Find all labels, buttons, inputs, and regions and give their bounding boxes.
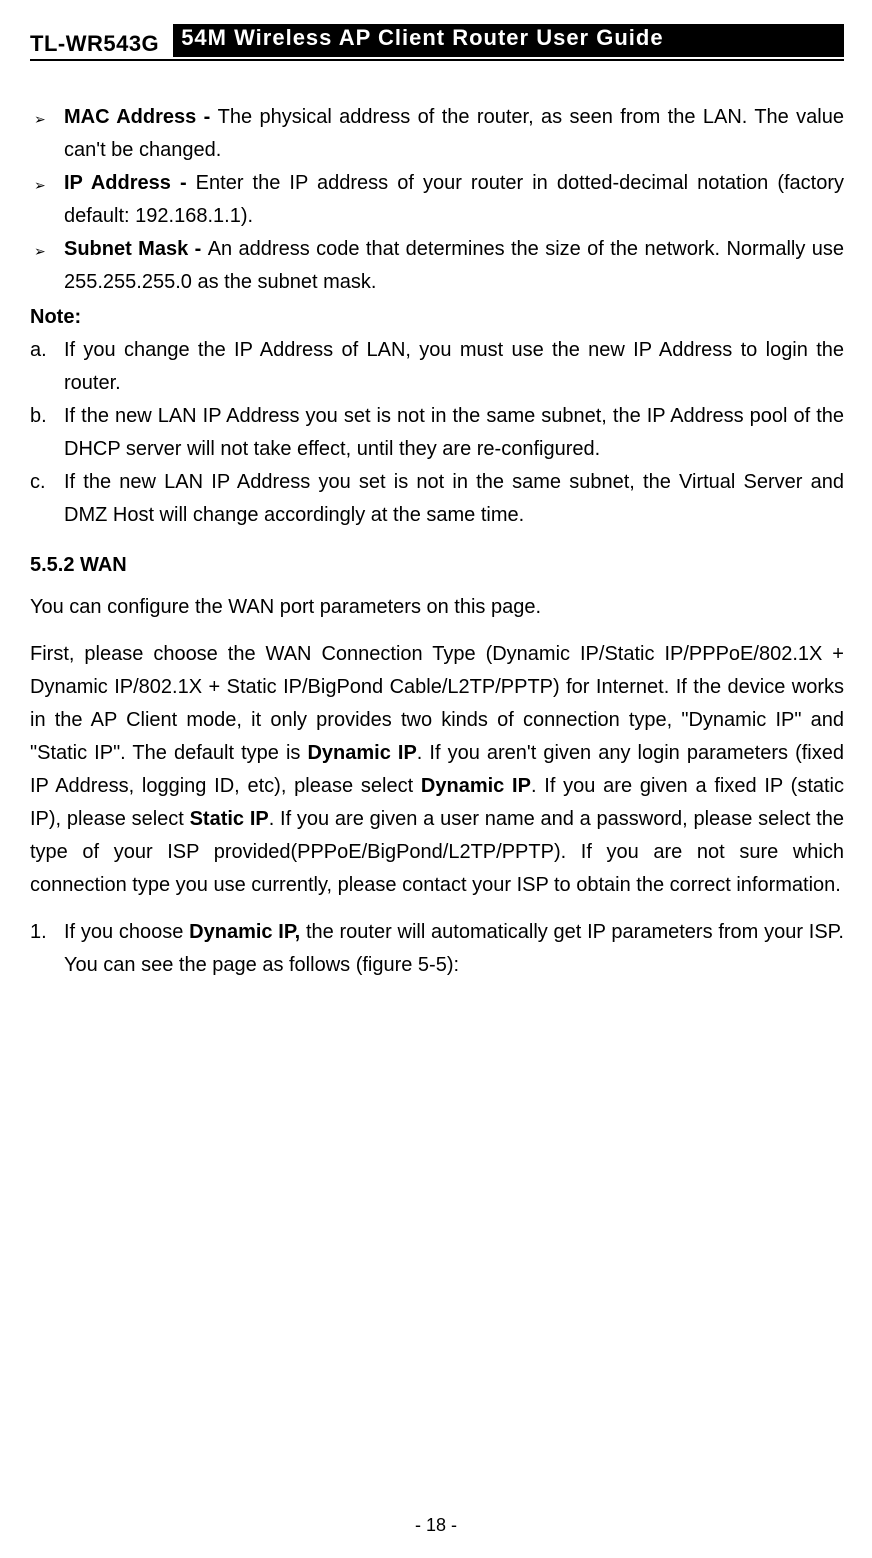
numbered-list: 1. If you choose Dynamic IP, the router … [30, 916, 844, 982]
text-run: If you choose [64, 921, 189, 943]
list-marker: 1. [30, 916, 47, 949]
note-text: If you change the IP Address of LAN, you… [64, 339, 844, 394]
note-heading: Note: [30, 301, 844, 334]
list-item: c. If the new LAN IP Address you set is … [30, 466, 844, 532]
bold-run: Dynamic IP, [189, 921, 300, 943]
list-item: MAC Address - The physical address of th… [30, 101, 844, 167]
page-number: - 18 - [0, 1515, 872, 1536]
list-item: 1. If you choose Dynamic IP, the router … [30, 916, 844, 982]
header-model: TL-WR543G [30, 31, 159, 57]
list-marker: c. [30, 466, 58, 499]
page-header: TL-WR543G 54M Wireless AP Client Router … [30, 24, 844, 61]
term: MAC Address - [64, 106, 218, 128]
note-text: If the new LAN IP Address you set is not… [64, 405, 844, 460]
list-marker: b. [30, 400, 58, 433]
paragraph: First, please choose the WAN Connection … [30, 638, 844, 902]
bold-run: Static IP [190, 808, 269, 830]
term: Subnet Mask - [64, 238, 208, 260]
list-item: b. If the new LAN IP Address you set is … [30, 400, 844, 466]
bold-run: Dynamic IP [307, 742, 416, 764]
note-text: If the new LAN IP Address you set is not… [64, 471, 844, 526]
paragraph: You can configure the WAN port parameter… [30, 591, 844, 624]
definition-list: MAC Address - The physical address of th… [30, 101, 844, 299]
list-item: Subnet Mask - An address code that deter… [30, 233, 844, 299]
list-marker: a. [30, 334, 58, 367]
term: IP Address - [64, 172, 196, 194]
section-heading: 5.5.2 WAN [30, 554, 844, 577]
list-item: a. If you change the IP Address of LAN, … [30, 334, 844, 400]
bold-run: Dynamic IP [421, 775, 531, 797]
list-item: IP Address - Enter the IP address of you… [30, 167, 844, 233]
note-list: a. If you change the IP Address of LAN, … [30, 334, 844, 532]
header-title: 54M Wireless AP Client Router User Guide [173, 24, 844, 57]
